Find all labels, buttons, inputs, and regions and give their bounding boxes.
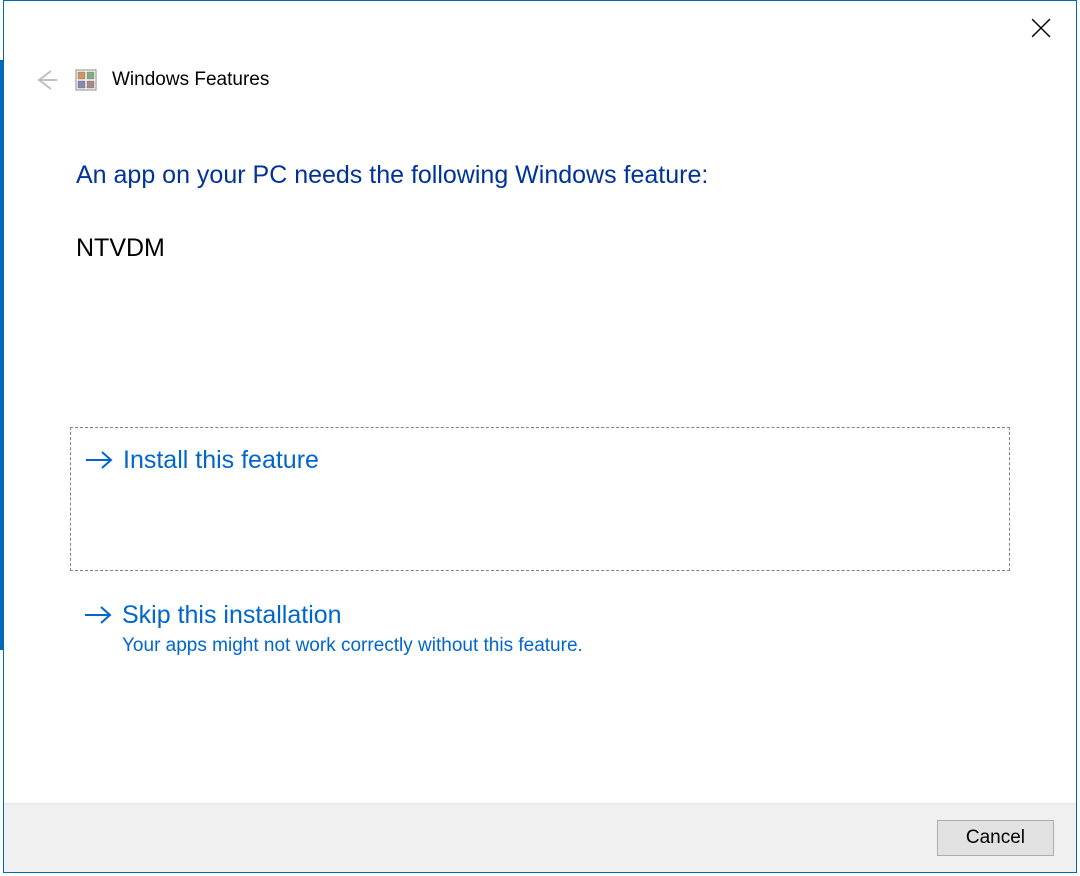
windows-features-icon xyxy=(74,68,98,92)
feature-name: NTVDM xyxy=(76,234,1004,263)
window-title: Windows Features xyxy=(112,69,269,91)
dialog-content: An app on your PC needs the following Wi… xyxy=(4,97,1076,803)
arrow-right-icon xyxy=(83,444,115,476)
install-option[interactable]: Install this feature xyxy=(70,427,1010,571)
content-heading: An app on your PC needs the following Wi… xyxy=(76,161,1004,190)
cancel-button[interactable]: Cancel xyxy=(937,820,1054,856)
arrow-right-icon xyxy=(82,599,114,631)
dialog-footer: Cancel xyxy=(4,803,1076,872)
back-arrow-icon xyxy=(31,66,59,94)
skip-option-subtitle: Your apps might not work correctly witho… xyxy=(122,635,994,657)
install-option-title-row: Install this feature xyxy=(87,444,993,476)
close-icon xyxy=(1031,18,1051,38)
windows-features-dialog: Windows Features An app on your PC needs… xyxy=(3,0,1077,873)
dialog-header: Windows Features xyxy=(4,1,1076,97)
skip-option-label: Skip this installation xyxy=(122,601,342,630)
install-option-label: Install this feature xyxy=(123,446,319,475)
back-button xyxy=(28,63,62,97)
skip-option-title-row: Skip this installation xyxy=(86,599,994,631)
skip-option[interactable]: Skip this installation Your apps might n… xyxy=(70,583,1010,673)
close-button[interactable] xyxy=(1028,15,1054,41)
